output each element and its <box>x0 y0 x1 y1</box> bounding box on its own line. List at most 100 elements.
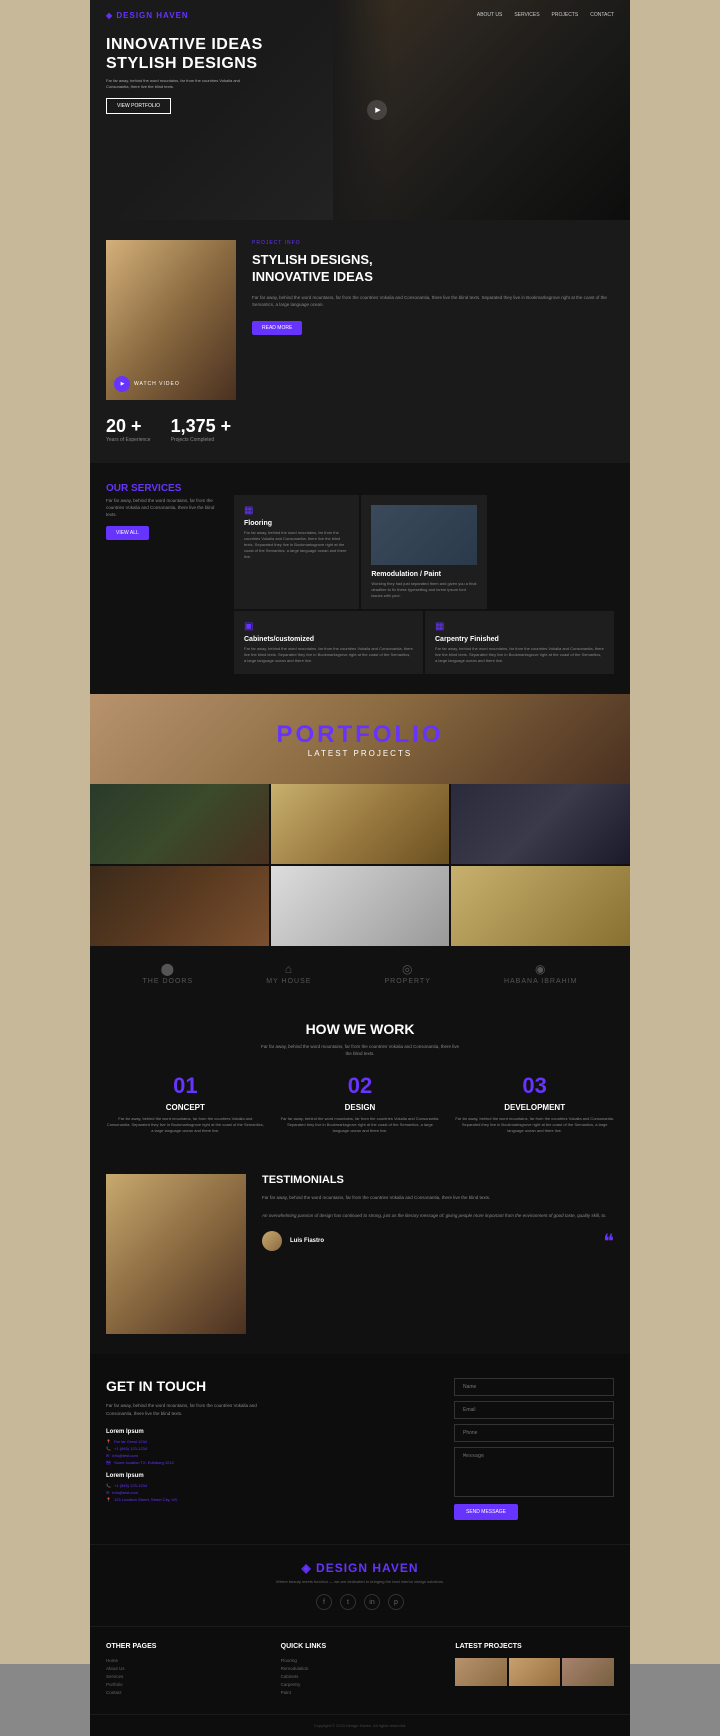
stat-projects: 1,375 + Projects Completed <box>171 416 232 443</box>
services-section: OUR SERVICES Far far away, behind the wo… <box>90 463 630 694</box>
location-icon: 📍 <box>106 1439 111 1444</box>
social-facebook[interactable]: f <box>316 1594 332 1610</box>
portfolio-item-3[interactable] <box>451 784 630 864</box>
nav-about[interactable]: ABOUT US <box>477 12 502 18</box>
contact-location1: 🗺 Some location TX, Edinburg 1012 <box>106 1460 438 1465</box>
portfolio-item-2[interactable] <box>271 784 450 864</box>
portfolio-title: PORTFOLIO <box>277 721 444 749</box>
footer-link-about[interactable]: About Us <box>106 1666 265 1671</box>
contact-form-wrapper: SEND MESSAGE <box>454 1378 614 1520</box>
view-portfolio-button[interactable]: VIEW PORTFOLIO <box>106 98 171 114</box>
remodulation-image <box>371 505 476 565</box>
author-avatar <box>262 1231 282 1251</box>
carpentry-icon: ▦ <box>435 621 604 632</box>
footer-project-thumbs <box>455 1658 614 1686</box>
footer-thumb-1[interactable] <box>455 1658 507 1686</box>
contact-form: SEND MESSAGE <box>454 1378 614 1520</box>
service-cabinets: ▣ Cabinets/customized Far far away, behi… <box>234 611 423 674</box>
how-we-work-title: HOW WE WORK <box>106 1021 614 1037</box>
nav-projects[interactable]: PROJECTS <box>552 12 579 18</box>
contact-email2: ✉ info@test.com <box>106 1490 438 1495</box>
hero-play-button[interactable] <box>367 100 387 120</box>
brand-property: ◎ Property <box>385 962 431 985</box>
quote-icon: ❝ <box>603 1229 614 1254</box>
testimonials-text1: Far far away, behind the word mountains,… <box>262 1194 614 1201</box>
about-content: PROJECT INFO STYLISH DESIGNS, INNOVATIVE… <box>252 240 614 443</box>
footer-link-contact[interactable]: Contact <box>106 1690 265 1695</box>
contact-description: Far far away, behind the word mountains,… <box>106 1402 266 1416</box>
contact-address1: 📍 Far far Great 1234 <box>106 1439 438 1444</box>
testimonials-author: Luis Fiastro ❝ <box>262 1229 614 1254</box>
footer-col-quick-links: QUICK LINKS Flooring Remodulation Cabine… <box>281 1643 440 1698</box>
footer-col-other-pages: OTHER PAGES Home About Us Services Portf… <box>106 1643 265 1698</box>
footer-quicklink-remo[interactable]: Remodulation <box>281 1666 440 1671</box>
footer-link-services[interactable]: Services <box>106 1674 265 1679</box>
footer-link-home[interactable]: Home <box>106 1658 265 1663</box>
social-pinterest[interactable]: p <box>388 1594 404 1610</box>
contact-message-input[interactable] <box>454 1447 614 1497</box>
footer-quicklink-carpentry[interactable]: Carpentry <box>281 1682 440 1687</box>
footer-thumb-2[interactable] <box>509 1658 561 1686</box>
read-more-button[interactable]: READ MORE <box>252 321 302 335</box>
footer-thumb-3[interactable] <box>562 1658 614 1686</box>
about-stats: 20 + Years of Experience 1,375 + Project… <box>106 416 236 443</box>
contact-submit-button[interactable]: SEND MESSAGE <box>454 1504 518 1520</box>
hero-section: ◈ DESIGN HAVEN ABOUT US SERVICES PROJECT… <box>90 0 630 220</box>
brand-the-doors: ⬤ THE DOORS <box>143 962 194 985</box>
how-steps-grid: 01 CONCEPT Far far away, behind the word… <box>106 1073 614 1134</box>
contact-info2-label: Lorem Ipsum <box>106 1473 438 1479</box>
testimonials-section: TESTIMONIALS Far far away, behind the wo… <box>90 1154 630 1354</box>
contact-section: GET IN TOUCH Far far away, behind the wo… <box>90 1354 630 1544</box>
contact-name-input[interactable] <box>454 1378 614 1396</box>
contact-info1-label: Lorem Ipsum <box>106 1429 438 1435</box>
portfolio-subtitle: LATEST PROJECTS <box>308 749 412 758</box>
brand-my-house: ⌂ My House <box>266 962 311 985</box>
footer-quicklink-flooring[interactable]: Flooring <box>281 1658 440 1663</box>
footer-social: f t in p <box>106 1594 614 1610</box>
portfolio-section: PORTFOLIO LATEST PROJECTS <box>90 694 630 946</box>
portfolio-item-6[interactable] <box>451 866 630 946</box>
footer-logo-section: ◈ DESIGN HAVEN Where beauty meets functi… <box>90 1544 630 1626</box>
brand-doors-icon: ⬤ <box>143 962 194 976</box>
portfolio-header: PORTFOLIO LATEST PROJECTS <box>90 694 630 784</box>
testimonials-quote: An overwhelming passion of design has co… <box>262 1212 614 1219</box>
about-text: Far far away, behind the word mountains,… <box>252 294 614 308</box>
contact-phone1: 📞 +1 (845) 123-1234 <box>106 1446 438 1451</box>
portfolio-item-4[interactable] <box>90 866 269 946</box>
footer-col-latest-projects: LATEST PROJECTS <box>455 1643 614 1698</box>
service-flooring: ▦ Flooring Far far away, behind the word… <box>234 495 359 609</box>
nav-links: ABOUT US SERVICES PROJECTS CONTACT <box>477 12 614 18</box>
navigation: ◈ DESIGN HAVEN ABOUT US SERVICES PROJECT… <box>90 0 630 30</box>
services-description: Far far away, behind the word mountains,… <box>106 498 226 518</box>
contact-phone-input[interactable] <box>454 1424 614 1442</box>
portfolio-grid <box>90 784 630 946</box>
about-heading: STYLISH DESIGNS, INNOVATIVE IDEAS <box>252 252 614 286</box>
brand-habana-icon: ◉ <box>504 962 578 976</box>
nav-contact[interactable]: CONTACT <box>590 12 614 18</box>
contact-address2: 📍 123 Location Street, Street City, US <box>106 1497 438 1502</box>
nav-services[interactable]: SERVICES <box>514 12 539 18</box>
phone-icon: 📞 <box>106 1446 111 1451</box>
portfolio-item-5[interactable] <box>271 866 450 946</box>
portfolio-item-1[interactable] <box>90 784 269 864</box>
how-we-work-desc: Far far away, behind the word mountains,… <box>260 1043 460 1057</box>
contact-email1: ✉ info@test.com <box>106 1453 438 1458</box>
how-step-1: 01 CONCEPT Far far away, behind the word… <box>106 1073 265 1134</box>
footer-link-portfolio[interactable]: Portfolio <box>106 1682 265 1687</box>
contact-email-input[interactable] <box>454 1401 614 1419</box>
testimonials-image <box>106 1174 246 1334</box>
watch-video-button[interactable]: WATCH VIDEO <box>114 376 180 392</box>
flooring-icon: ▦ <box>244 505 349 516</box>
hero-title: INNOVATIVE IDEAS STYLISH DESIGNS <box>106 35 263 73</box>
hero-subtitle: Far far away, behind the word mountains,… <box>106 78 246 90</box>
social-twitter[interactable]: t <box>340 1594 356 1610</box>
view-all-button[interactable]: VIEW ALL <box>106 526 149 540</box>
logo: ◈ DESIGN HAVEN <box>106 11 189 20</box>
footer-quicklink-paint[interactable]: Paint <box>281 1690 440 1695</box>
brand-property-icon: ◎ <box>385 962 431 976</box>
brand-habana: ◉ Habana Ibrahim <box>504 962 578 985</box>
footer-logo: ◈ DESIGN HAVEN <box>106 1561 614 1575</box>
how-we-work-section: HOW WE WORK Far far away, behind the wor… <box>90 1001 630 1154</box>
footer-quicklink-cabinets[interactable]: Cabinets <box>281 1674 440 1679</box>
social-linkedin[interactable]: in <box>364 1594 380 1610</box>
